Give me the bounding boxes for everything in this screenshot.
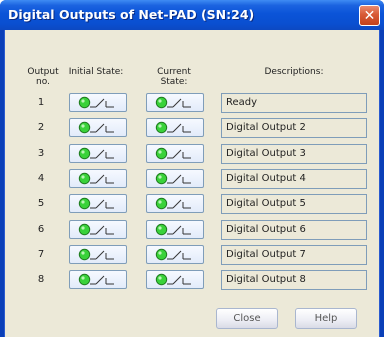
green-led-open-switch-icon (78, 96, 114, 109)
initial-state-toggle-8[interactable] (69, 270, 127, 289)
header-current-state: Current State: (157, 67, 191, 87)
green-led-open-switch-icon (78, 197, 114, 210)
green-led-open-switch-icon (78, 172, 114, 185)
header-output-no: Output no. (27, 67, 59, 87)
current-state-toggle-7[interactable] (146, 245, 204, 264)
output-number: 4 (37, 173, 45, 184)
output-number: 7 (37, 249, 45, 260)
output-number: 3 (37, 148, 45, 159)
green-led-open-switch-icon (155, 121, 191, 134)
current-state-toggle-2[interactable] (146, 118, 204, 137)
window-title: Digital Outputs of Net-PAD (SN:24) (8, 7, 255, 22)
initial-state-toggle-3[interactable] (69, 144, 127, 163)
description-field-6[interactable]: Digital Output 6 (221, 220, 367, 240)
close-icon: ✕ (363, 7, 376, 24)
current-state-toggle-8[interactable] (146, 270, 204, 289)
description-field-4[interactable]: Digital Output 4 (221, 169, 367, 189)
green-led-open-switch-icon (78, 147, 114, 160)
initial-state-toggle-7[interactable] (69, 245, 127, 264)
green-led-open-switch-icon (78, 121, 114, 134)
help-button[interactable]: Help (295, 308, 357, 329)
dialog-body: Output no. Initial State: Current State:… (4, 30, 380, 337)
current-state-toggle-3[interactable] (146, 144, 204, 163)
current-state-toggle-5[interactable] (146, 194, 204, 213)
description-field-7[interactable]: Digital Output 7 (221, 245, 367, 265)
current-state-toggle-4[interactable] (146, 169, 204, 188)
green-led-open-switch-icon (155, 172, 191, 185)
close-button[interactable]: Close (216, 308, 278, 329)
description-field-5[interactable]: Digital Output 5 (221, 194, 367, 214)
description-field-3[interactable]: Digital Output 3 (221, 144, 367, 164)
output-number: 6 (37, 224, 45, 235)
initial-state-toggle-4[interactable] (69, 169, 127, 188)
current-state-toggle-6[interactable] (146, 220, 204, 239)
initial-state-toggle-6[interactable] (69, 220, 127, 239)
green-led-open-switch-icon (155, 197, 191, 210)
initial-state-toggle-5[interactable] (69, 194, 127, 213)
close-window-button[interactable]: ✕ (359, 5, 380, 26)
green-led-open-switch-icon (78, 273, 114, 286)
green-led-open-switch-icon (155, 248, 191, 261)
green-led-open-switch-icon (155, 223, 191, 236)
current-state-toggle-1[interactable] (146, 93, 204, 112)
output-number: 5 (37, 198, 45, 209)
dialog-window: Digital Outputs of Net-PAD (SN:24) ✕ Out… (0, 0, 384, 337)
initial-state-toggle-1[interactable] (69, 93, 127, 112)
output-number: 8 (37, 274, 45, 285)
header-initial-state: Initial State: (68, 67, 124, 77)
green-led-open-switch-icon (155, 273, 191, 286)
description-field-2[interactable]: Digital Output 2 (221, 118, 367, 138)
green-led-open-switch-icon (155, 96, 191, 109)
title-bar[interactable]: Digital Outputs of Net-PAD (SN:24) ✕ (0, 0, 384, 30)
output-number: 1 (37, 97, 45, 108)
header-descriptions: Descriptions: (264, 67, 324, 77)
green-led-open-switch-icon (78, 248, 114, 261)
green-led-open-switch-icon (155, 147, 191, 160)
green-led-open-switch-icon (78, 223, 114, 236)
description-field-1[interactable]: Ready (221, 93, 367, 113)
output-number: 2 (37, 122, 45, 133)
description-field-8[interactable]: Digital Output 8 (221, 270, 367, 290)
initial-state-toggle-2[interactable] (69, 118, 127, 137)
